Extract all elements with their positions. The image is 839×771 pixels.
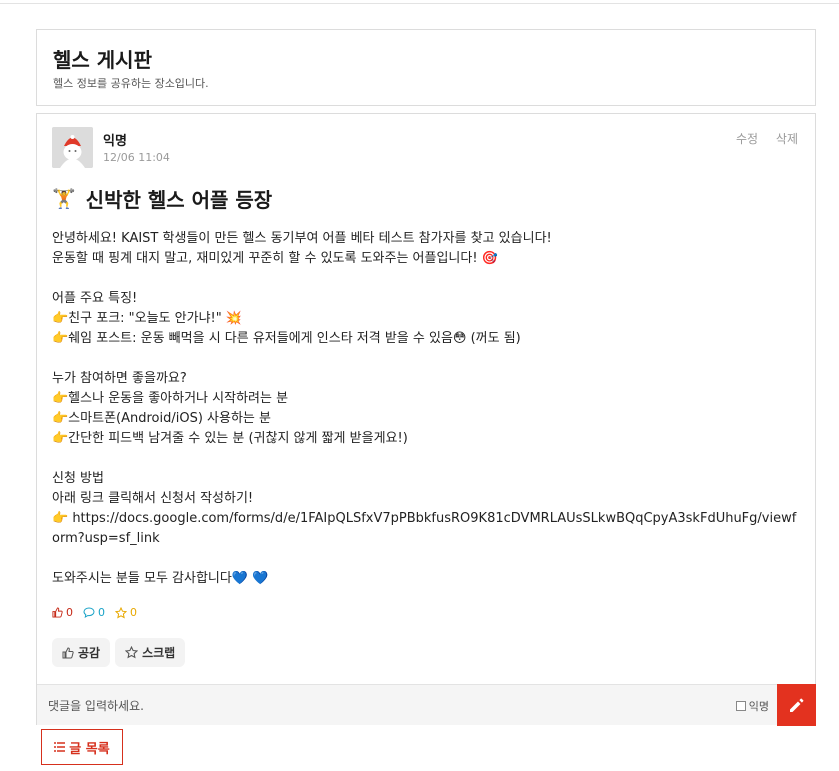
thumbs-up-icon bbox=[62, 646, 74, 658]
star-icon bbox=[125, 646, 139, 659]
board-title: 헬스 게시판 bbox=[53, 48, 152, 72]
post-author: 익명 bbox=[103, 134, 127, 149]
list-button[interactable]: 글 목록 bbox=[41, 729, 123, 765]
delete-button[interactable]: 삭제 bbox=[776, 132, 798, 146]
checkbox-icon[interactable] bbox=[735, 701, 746, 711]
list-icon bbox=[54, 742, 66, 752]
post-title-row: 🏋️ 신박한 헬스 어플 등장 bbox=[52, 184, 272, 213]
anonymous-checkbox[interactable]: 익명 bbox=[735, 698, 769, 714]
like-button-label: 공감 bbox=[78, 646, 101, 660]
comment-count: 0 bbox=[83, 606, 105, 619]
comment-bar: 댓글을 입력하세요. 익명 bbox=[37, 684, 816, 726]
scrap-count: 0 bbox=[115, 606, 137, 619]
avatar-default-icon bbox=[52, 127, 93, 168]
comment-count-value: 0 bbox=[98, 606, 105, 619]
submit-comment-button[interactable] bbox=[777, 684, 816, 726]
post-title: 신박한 헬스 어플 등장 bbox=[85, 188, 273, 212]
like-count-value: 0 bbox=[66, 606, 73, 619]
post-button-row: 공감 스크랩 bbox=[52, 638, 186, 667]
anonymous-label: 익명 bbox=[748, 700, 769, 713]
post-stats: 0 0 0 bbox=[52, 606, 137, 619]
list-button-label: 글 목록 bbox=[69, 741, 110, 757]
scrap-button[interactable]: 스크랩 bbox=[115, 638, 186, 667]
board-subtitle: 헬스 정보를 공유하는 장소입니다. bbox=[53, 77, 209, 90]
post-body-text: 안녕하세요! KAIST 학생들이 만든 헬스 동기부여 어플 베타 테스트 참… bbox=[52, 231, 797, 586]
top-divider bbox=[0, 0, 839, 4]
post-actions: 수정 삭제 bbox=[722, 130, 798, 147]
comment-input[interactable]: 댓글을 입력하세요. bbox=[48, 697, 144, 714]
like-count: 0 bbox=[52, 606, 73, 619]
thumbs-up-icon bbox=[52, 607, 63, 618]
post-card: 익명 12/06 11:04 수정 삭제 🏋️ 신박한 헬스 어플 등장 안녕하… bbox=[36, 113, 816, 726]
post-date: 12/06 11:04 bbox=[103, 151, 170, 164]
speech-bubble-icon bbox=[83, 607, 95, 618]
scrap-count-value: 0 bbox=[130, 606, 137, 619]
post-body: 안녕하세요! KAIST 학생들이 만든 헬스 동기부여 어플 베타 테스트 참… bbox=[52, 229, 802, 589]
edit-button[interactable]: 수정 bbox=[736, 132, 758, 146]
board-header: 헬스 게시판 헬스 정보를 공유하는 장소입니다. bbox=[36, 29, 816, 106]
pencil-icon bbox=[789, 698, 803, 712]
like-button[interactable]: 공감 bbox=[52, 638, 111, 667]
star-icon bbox=[115, 606, 127, 618]
scrap-button-label: 스크랩 bbox=[142, 646, 176, 660]
weightlifter-icon: 🏋️ bbox=[52, 188, 76, 210]
